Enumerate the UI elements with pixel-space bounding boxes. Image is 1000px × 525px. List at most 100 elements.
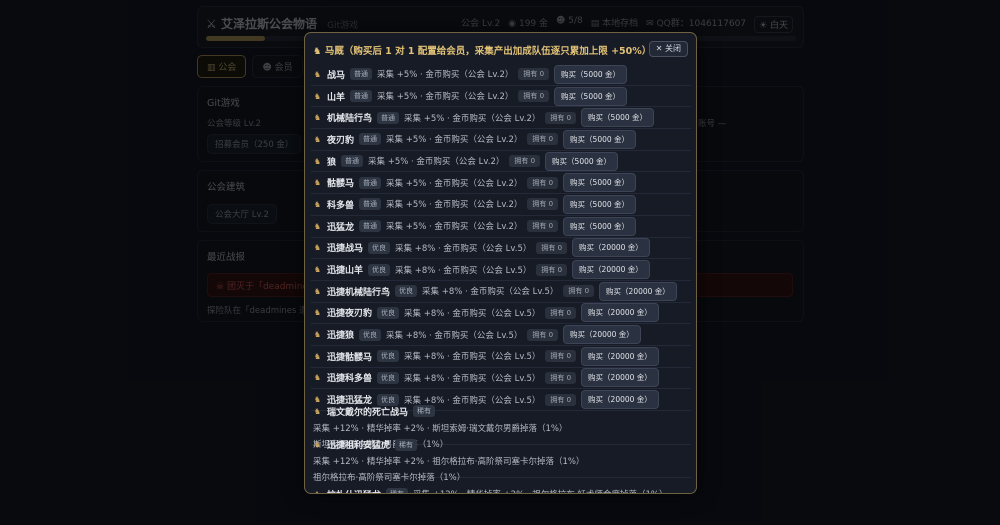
- mount-row: ♞ 机械陆行鸟 普通 采集 +5% · 金币购买（公会 Lv.2） 拥有 0 购买（500…: [311, 107, 691, 130]
- buy-button[interactable]: 购买（5000 金）: [554, 86, 628, 106]
- owned-badge: 拥有 0: [545, 306, 577, 319]
- buy-button[interactable]: 购买（20000 金）: [572, 260, 650, 280]
- mount-desc-source: 祖尔格拉布·高阶祭司塞卡尔掉落（1%）: [313, 473, 466, 484]
- tier-badge: 普通: [359, 176, 382, 189]
- mount-desc: 采集 +12% · 精华掉率 +2% · 祖尔格拉布·高阶祭司塞卡尔掉落（1%）: [313, 457, 585, 468]
- horse-icon: ♞: [313, 199, 322, 209]
- mount-desc: 采集 +5% · 金币购买（公会 Lv.2）: [377, 70, 514, 81]
- mount-row: ♞ 夜刃豹 普通 采集 +5% · 金币购买（公会 Lv.2） 拥有 0 购买（5000 …: [311, 129, 691, 151]
- horse-icon: ♞: [313, 406, 322, 416]
- mount-name: 夜刃豹: [327, 135, 355, 146]
- horse-icon: ♞: [313, 373, 322, 383]
- owned-badge: 拥有 0: [518, 68, 550, 81]
- owned-badge: 拥有 0: [527, 133, 559, 146]
- buy-button[interactable]: 购买（5000 金）: [563, 173, 637, 193]
- horse-icon: ♞: [313, 265, 322, 275]
- mount-desc: 采集 +8% · 金币购买（公会 Lv.5）: [404, 308, 541, 319]
- mount-row: ♞ 迅捷战马 优良 采集 +8% · 金币购买（公会 Lv.5） 拥有 0 购买（2000…: [311, 238, 691, 260]
- owned-badge: 拥有 0: [536, 241, 568, 254]
- tier-badge: 普通: [377, 111, 400, 124]
- mount-name: 狼: [327, 157, 337, 168]
- buy-button[interactable]: 购买（5000 金）: [563, 194, 637, 214]
- buy-button[interactable]: 购买（5000 金）: [563, 129, 637, 149]
- horse-icon: ♞: [313, 351, 322, 361]
- mount-list: ♞ 战马 普通 采集 +5% · 金币购买（公会 Lv.2） 拥有 0 购买（5000 金…: [311, 64, 691, 493]
- buy-button[interactable]: 购买（5000 金）: [581, 108, 655, 128]
- tier-badge: 稀有: [395, 438, 418, 451]
- horse-icon: ♞: [313, 113, 322, 123]
- mount-desc: 采集 +12% · 精华掉率 +2% · 祖尔格拉布·妖术师金度掉落（1%）: [413, 488, 667, 493]
- mount-name: 科多兽: [327, 200, 355, 211]
- mount-row: ♞ 山羊 普通 采集 +5% · 金币购买（公会 Lv.2） 拥有 0 购买（5000 金…: [311, 86, 691, 108]
- buy-button[interactable]: 购买（20000 金）: [581, 303, 659, 323]
- horse-icon: ♞: [313, 286, 322, 296]
- mount-desc: 采集 +5% · 金币购买（公会 Lv.2）: [386, 200, 523, 211]
- modal-header: ♞ 马厩（购买后 1 对 1 配置给会员，采集产出加成队伍逐只累加上限 +50%…: [305, 33, 696, 63]
- tier-badge: 普通: [350, 68, 373, 81]
- mount-row: ♞ 迅猛龙 普通 采集 +5% · 金币购买（公会 Lv.2） 拥有 0 购买（5000 …: [311, 216, 691, 238]
- mount-desc: 采集 +5% · 金币购买（公会 Lv.2）: [386, 178, 523, 189]
- horse-icon: ♞: [313, 243, 322, 253]
- mount-desc: 采集 +5% · 金币购买（公会 Lv.2）: [404, 113, 541, 124]
- mount-name: 迅捷狼: [327, 331, 355, 342]
- owned-badge: 拥有 0: [536, 263, 568, 276]
- tier-badge: 优良: [377, 350, 400, 363]
- mount-name: 战马: [327, 70, 346, 81]
- mount-name: 机械陆行鸟: [327, 114, 373, 125]
- buy-button[interactable]: 购买（20000 金）: [572, 238, 650, 258]
- owned-badge: 拥有 0: [563, 285, 595, 298]
- owned-badge: 拥有 0: [518, 90, 550, 103]
- horse-icon: ♞: [313, 395, 322, 405]
- tier-badge: 普通: [359, 220, 382, 233]
- mount-desc: 采集 +5% · 金币购买（公会 Lv.2）: [377, 92, 514, 103]
- owned-badge: 拥有 0: [527, 328, 559, 341]
- mount-desc: 采集 +5% · 金币购买（公会 Lv.2）: [386, 222, 523, 233]
- buy-button[interactable]: 购买（20000 金）: [563, 325, 641, 345]
- mount-name: 迅捷科多兽: [327, 374, 373, 385]
- owned-badge: 拥有 0: [509, 155, 541, 168]
- mount-desc: 采集 +8% · 金币购买（公会 Lv.5）: [404, 352, 541, 363]
- horse-icon: ♞: [313, 308, 322, 318]
- mount-row: ♞ 战马 普通 采集 +5% · 金币购买（公会 Lv.2） 拥有 0 购买（5000 金…: [311, 64, 691, 86]
- tier-badge: 优良: [377, 371, 400, 384]
- close-button[interactable]: ✕ 关闭: [648, 41, 688, 57]
- buy-button[interactable]: 购买（20000 金）: [581, 390, 659, 410]
- mount-desc: 采集 +8% · 金币购买（公会 Lv.5）: [404, 395, 541, 406]
- tier-badge: 优良: [377, 306, 400, 319]
- tier-badge: 优良: [359, 328, 382, 341]
- mount-row: ♞ 科多兽 普通 采集 +5% · 金币购买（公会 Lv.2） 拥有 0 购买（5000 …: [311, 194, 691, 216]
- horse-icon: ♞: [313, 440, 322, 450]
- tier-badge: 普通: [341, 155, 364, 168]
- owned-badge: 拥有 0: [527, 176, 559, 189]
- horse-icon: ♞: [313, 46, 322, 57]
- mount-row: ♞ 迅捷骷髅马 优良 采集 +8% · 金币购买（公会 Lv.5） 拥有 0 购买（200…: [311, 346, 691, 368]
- tier-badge: 稀有: [413, 405, 436, 418]
- buy-button[interactable]: 购买（20000 金）: [581, 368, 659, 388]
- horse-icon: ♞: [313, 221, 322, 231]
- buy-button[interactable]: 购买（5000 金）: [554, 64, 628, 84]
- mount-desc: 采集 +5% · 金币购买（公会 Lv.2）: [368, 157, 505, 168]
- mount-row: ♞ 狼普通 采集 +5% · 金币购买（公会 Lv.2） 拥有 0 购买（5000 金）: [311, 151, 691, 173]
- mount-name: 迅捷机械陆行鸟: [327, 287, 391, 298]
- horse-icon: ♞: [313, 490, 322, 493]
- owned-badge: 拥有 0: [545, 393, 577, 406]
- mount-row: ♞ 迅捷科多兽 优良 采集 +8% · 金币购买（公会 Lv.5） 拥有 0 购买（200…: [311, 368, 691, 390]
- buy-button[interactable]: 购买（5000 金）: [563, 216, 637, 236]
- mount-desc: 采集 +8% · 金币购买（公会 Lv.5）: [422, 287, 559, 298]
- tier-badge: 普通: [350, 90, 373, 103]
- mount-desc: 采集 +8% · 金币购买（公会 Lv.5）: [395, 243, 532, 254]
- buy-button[interactable]: 购买（5000 金）: [545, 151, 619, 171]
- mount-desc: 采集 +8% · 金币购买（公会 Lv.5）: [395, 265, 532, 276]
- horse-icon: ♞: [313, 69, 322, 79]
- mount-row: ♞ 迅捷夜刃豹 优良 采集 +8% · 金币购买（公会 Lv.5） 拥有 0 购买（200…: [311, 303, 691, 325]
- mount-name: 迅捷战马: [327, 244, 364, 255]
- buy-button[interactable]: 购买（20000 金）: [581, 346, 659, 366]
- mount-name: 山羊: [327, 92, 346, 103]
- mount-name: 迅捷山羊: [327, 266, 364, 277]
- owned-badge: 拥有 0: [545, 371, 577, 384]
- horse-icon: ♞: [313, 134, 322, 144]
- horse-icon: ♞: [313, 156, 322, 166]
- mount-desc: 采集 +5% · 金币购买（公会 Lv.2）: [386, 135, 523, 146]
- buy-button[interactable]: 购买（20000 金）: [599, 281, 677, 301]
- mount-name: 迅捷夜刃豹: [327, 309, 373, 320]
